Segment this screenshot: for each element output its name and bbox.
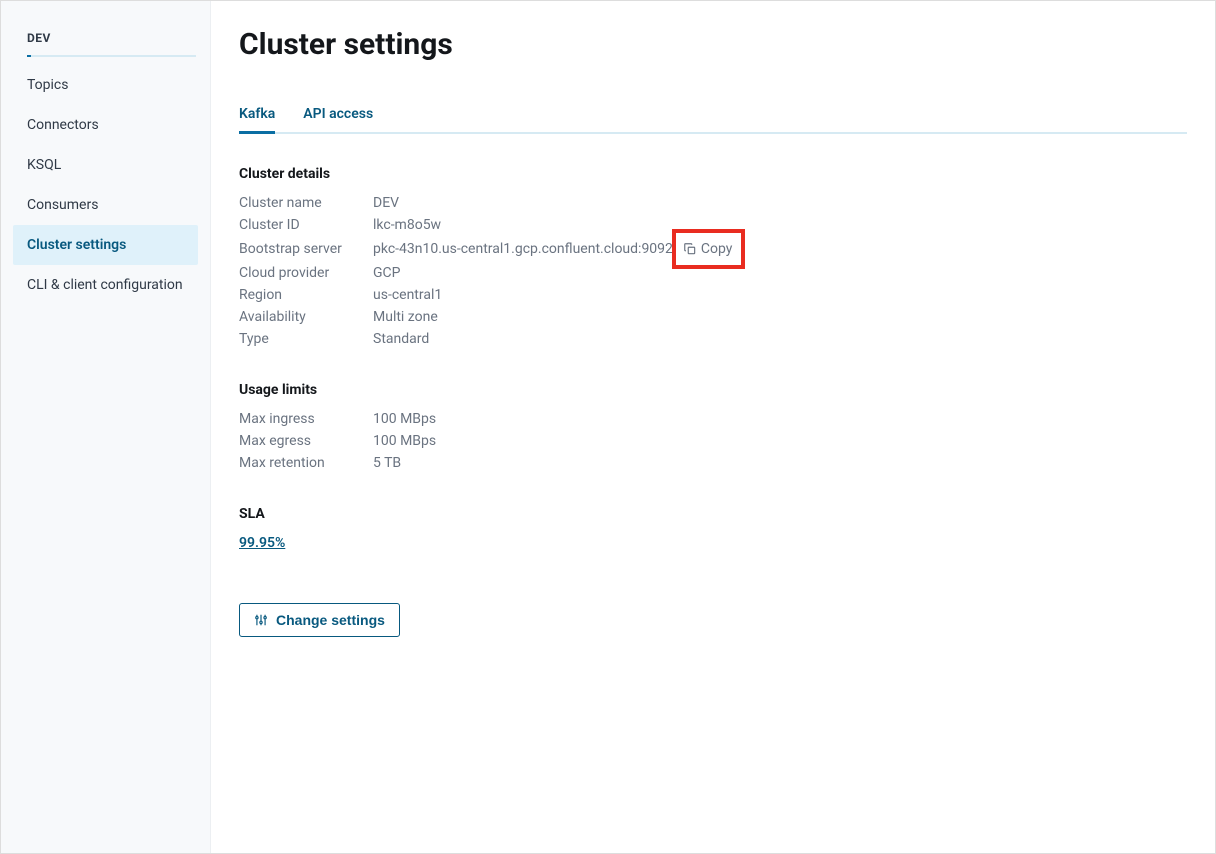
section-title: Usage limits	[239, 382, 1187, 398]
kv-value: pkc-43n10.us-central1.gcp.confluent.clou…	[373, 238, 673, 260]
sidebar-item-connectors[interactable]: Connectors	[1, 105, 210, 145]
kv-label: Availability	[239, 306, 373, 328]
row-max-retention: Max retention 5 TB	[239, 452, 1187, 474]
row-max-ingress: Max ingress 100 MBps	[239, 408, 1187, 430]
section-title: SLA	[239, 506, 1187, 522]
row-cluster-name: Cluster name DEV	[239, 192, 1187, 214]
kv-value: 100 MBps	[373, 430, 436, 452]
kv-value: 5 TB	[373, 452, 401, 474]
app-frame: DEV Topics Connectors KSQL Consumers Clu…	[0, 0, 1216, 854]
row-availability: Availability Multi zone	[239, 306, 1187, 328]
kv-label: Max ingress	[239, 408, 373, 430]
tab-label: API access	[303, 106, 373, 122]
sidebar-item-label: KSQL	[27, 157, 61, 173]
tab-kafka[interactable]: Kafka	[239, 106, 275, 132]
kv-label: Type	[239, 328, 373, 350]
kv-value: 100 MBps	[373, 408, 436, 430]
tab-api-access[interactable]: API access	[303, 106, 373, 132]
copy-button[interactable]: Copy	[679, 236, 737, 262]
tabs: Kafka API access	[239, 106, 1187, 134]
sidebar-item-label: Connectors	[27, 117, 99, 133]
copy-icon	[683, 242, 697, 256]
sidebar-item-topics[interactable]: Topics	[1, 65, 210, 105]
sidebar-env-name: DEV	[1, 19, 210, 55]
row-max-egress: Max egress 100 MBps	[239, 430, 1187, 452]
kv-label: Region	[239, 284, 373, 306]
kv-label: Cloud provider	[239, 262, 373, 284]
section-sla: SLA 99.95%	[239, 506, 1187, 551]
row-cluster-id: Cluster ID lkc-m8o5w	[239, 214, 1187, 236]
section-title: Cluster details	[239, 166, 1187, 182]
sidebar: DEV Topics Connectors KSQL Consumers Clu…	[1, 1, 211, 853]
change-settings-label: Change settings	[276, 612, 385, 628]
sidebar-item-label: Consumers	[27, 197, 98, 213]
kv-label: Cluster ID	[239, 214, 373, 236]
kv-value: us-central1	[373, 284, 442, 306]
main-content: Cluster settings Kafka API access Cluste…	[211, 1, 1215, 853]
sidebar-item-cli-client-config[interactable]: CLI & client configuration	[1, 265, 210, 305]
kv-label: Max egress	[239, 430, 373, 452]
kv-value: GCP	[373, 262, 400, 284]
sidebar-item-cluster-settings[interactable]: Cluster settings	[13, 225, 198, 265]
sla-link[interactable]: 99.95%	[239, 535, 285, 551]
copy-label: Copy	[701, 238, 733, 260]
kv-value: lkc-m8o5w	[373, 214, 441, 236]
row-region: Region us-central1	[239, 284, 1187, 306]
row-cloud-provider: Cloud provider GCP	[239, 262, 1187, 284]
kv-label: Max retention	[239, 452, 373, 474]
sidebar-item-label: CLI & client configuration	[27, 277, 183, 293]
kv-label: Bootstrap server	[239, 238, 373, 260]
section-usage-limits: Usage limits Max ingress 100 MBps Max eg…	[239, 382, 1187, 474]
row-type: Type Standard	[239, 328, 1187, 350]
section-cluster-details: Cluster details Cluster name DEV Cluster…	[239, 166, 1187, 350]
kv-value: Multi zone	[373, 306, 438, 328]
change-settings-button[interactable]: Change settings	[239, 603, 400, 637]
sidebar-header-underline	[27, 55, 196, 57]
sidebar-item-label: Cluster settings	[27, 237, 126, 253]
sidebar-item-label: Topics	[27, 77, 68, 93]
sidebar-item-ksql[interactable]: KSQL	[1, 145, 210, 185]
sidebar-item-consumers[interactable]: Consumers	[1, 185, 210, 225]
page-title: Cluster settings	[239, 27, 1187, 62]
settings-sliders-icon	[254, 613, 268, 627]
row-bootstrap-server: Bootstrap server pkc-43n10.us-central1.g…	[239, 236, 1187, 262]
kv-label: Cluster name	[239, 192, 373, 214]
kv-value: Standard	[373, 328, 429, 350]
kv-value: DEV	[373, 192, 399, 214]
tab-label: Kafka	[239, 106, 275, 122]
